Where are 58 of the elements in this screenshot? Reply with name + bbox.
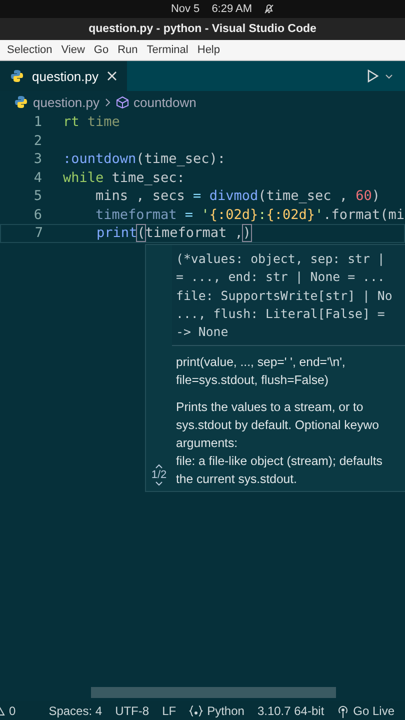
code-text: while time_sec: xyxy=(63,170,185,186)
line-number: 2 xyxy=(32,132,43,149)
doc-signature-line: print(value, ..., sep=' ', end='\n', xyxy=(176,354,346,372)
status-text[interactable]: Go Live xyxy=(353,704,395,718)
signature-line: -> None xyxy=(176,323,230,342)
chevron-down-icon[interactable] xyxy=(385,74,393,78)
bell-off-icon[interactable] xyxy=(264,4,274,14)
status-text[interactable]: 0 xyxy=(9,704,16,718)
broadcast-icon[interactable] xyxy=(337,704,350,718)
status-text[interactable]: LF xyxy=(162,704,176,718)
menu-item[interactable]: Terminal xyxy=(146,44,188,56)
line-number: 4 xyxy=(32,170,43,186)
down-icon[interactable] xyxy=(155,481,163,486)
cube-icon xyxy=(116,96,128,108)
code-text: print(timeformat ,) xyxy=(96,225,251,242)
code-text: mins , secs = divmod(time_sec , 60) xyxy=(94,188,380,204)
scrollbar[interactable] xyxy=(91,687,336,698)
run-icon[interactable] xyxy=(367,69,379,83)
code-text: rt time xyxy=(63,114,120,130)
status-text[interactable]: Python xyxy=(207,704,244,718)
line-number: 1 xyxy=(32,114,43,130)
menu-item[interactable]: View xyxy=(61,44,85,56)
menu-item[interactable]: Go xyxy=(94,44,109,56)
up-icon[interactable] xyxy=(155,464,163,470)
description-line: file: a file-like object (stream); defaults xyxy=(176,453,384,470)
menu-item[interactable]: Selection xyxy=(7,44,52,56)
signature-line: file: SupportsWrite[str] | No xyxy=(176,286,394,305)
python-icon xyxy=(14,95,28,109)
signature-line: = ..., end: str | None = ... xyxy=(176,268,386,286)
description-line: Prints the values to a stream, or to xyxy=(176,399,364,416)
code-text: :ountdown(time_sec): xyxy=(63,151,226,168)
line-number: 6 xyxy=(32,206,43,223)
status-text[interactable]: Spaces: 4 xyxy=(48,704,102,718)
chevron-right-icon xyxy=(104,98,110,106)
line-number: 5 xyxy=(32,188,43,204)
status-text[interactable]: 3.10.7 64-bit xyxy=(257,704,324,718)
menu-item[interactable]: Run xyxy=(118,44,138,56)
line-number: 7 xyxy=(34,225,44,242)
signature-line: (*values: object, sep: str | xyxy=(176,250,386,268)
status-text[interactable]: UTF-8 xyxy=(115,704,150,718)
breadcrumb-item[interactable]: question.py xyxy=(33,94,100,110)
description-line: sys.stdout by default. Optional keywo xyxy=(176,417,380,434)
clock: 6:29 AM xyxy=(212,3,252,15)
description-line: arguments: xyxy=(176,435,239,452)
code-text: timeformat = '{:02d}:{:02d}'.format(mi xyxy=(94,206,404,223)
doc-signature-line: file=sys.stdout, flush=False) xyxy=(176,372,330,390)
window-title: question.py - python - Visual Studio Code xyxy=(88,23,316,35)
braces-icon[interactable] xyxy=(189,705,204,717)
breadcrumb-item[interactable]: countdown xyxy=(134,94,196,110)
editor-tab[interactable]: question.py xyxy=(0,61,126,91)
python-icon xyxy=(10,69,24,83)
date: Nov 5 xyxy=(170,3,200,15)
close-icon[interactable] xyxy=(106,71,116,81)
signature-line: ..., flush: Literal[False] = xyxy=(176,304,386,323)
menu-item[interactable]: Help xyxy=(197,44,220,56)
line-number: 3 xyxy=(32,151,43,168)
overload-counter: 1/2 xyxy=(151,469,167,482)
description-line: the current sys.stdout. xyxy=(176,471,298,488)
